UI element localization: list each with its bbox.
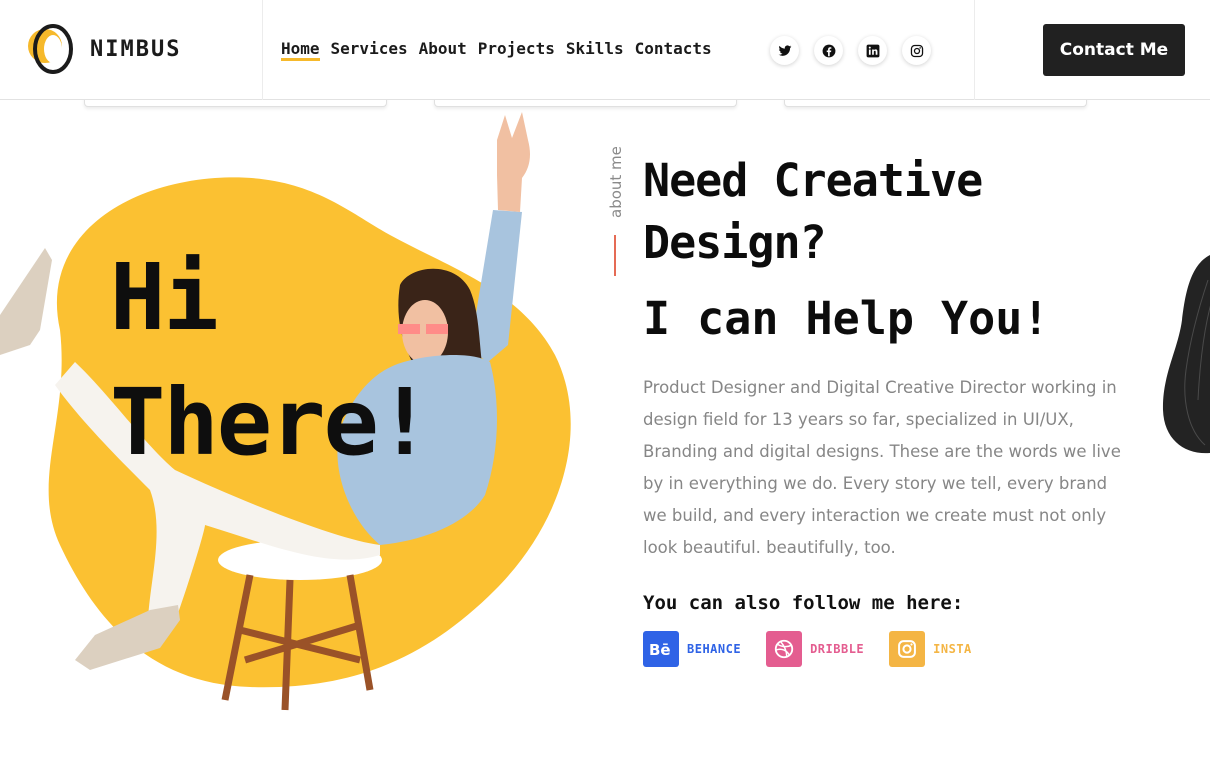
- brand-logo[interactable]: NIMBUS: [26, 24, 181, 74]
- header-divider: [974, 0, 975, 100]
- greeting-line-2: There!: [110, 369, 432, 476]
- greeting-line-1: Hi: [110, 244, 219, 351]
- decorative-dark-blob: [1162, 255, 1210, 454]
- site-header: NIMBUS Home Services About Projects Skil…: [0, 0, 1210, 100]
- nav-contacts[interactable]: Contacts: [635, 39, 712, 61]
- left-sneaker: [0, 248, 52, 355]
- about-accent-line: [614, 235, 616, 276]
- dribbble-label: DRIBBLE: [810, 642, 865, 656]
- facebook-link[interactable]: [814, 36, 843, 65]
- nav-home[interactable]: Home: [281, 39, 320, 61]
- brand-name: NIMBUS: [90, 36, 182, 62]
- bio-paragraph: Product Designer and Digital Creative Di…: [643, 378, 1121, 557]
- nav-projects[interactable]: Projects: [478, 39, 555, 61]
- instagram-icon: [889, 631, 926, 667]
- nav-skills[interactable]: Skills: [566, 39, 624, 61]
- linkedin-icon: [866, 44, 879, 57]
- behance-icon: Bē: [643, 631, 679, 667]
- main-nav: Home Services About Projects Skills Cont…: [281, 39, 723, 61]
- header-divider: [262, 0, 263, 100]
- follow-title: You can also follow me here:: [643, 592, 964, 614]
- hero-subheading: I can Help You!: [643, 292, 1050, 345]
- nav-about[interactable]: About: [419, 39, 467, 61]
- twitter-icon: [778, 44, 791, 56]
- header-socials: [770, 36, 946, 65]
- contact-me-button[interactable]: Contact Me: [1043, 24, 1185, 76]
- hand: [497, 112, 530, 212]
- linkedin-link[interactable]: [858, 36, 887, 65]
- dribbble-icon: [766, 631, 803, 667]
- hero-heading: Need Creative Design?: [643, 154, 983, 269]
- follow-links: Bē BEHANCE DRIBBLE INSTA: [643, 631, 997, 667]
- facebook-icon: [822, 44, 835, 57]
- behance-link[interactable]: Bē BEHANCE: [643, 631, 741, 667]
- nav-services[interactable]: Services: [331, 39, 408, 61]
- instagram-icon: [910, 44, 923, 57]
- insta-link[interactable]: INSTA: [889, 631, 972, 667]
- insta-label: INSTA: [933, 642, 972, 656]
- svg-text:Bē: Bē: [649, 641, 671, 657]
- dribbble-link[interactable]: DRIBBLE: [766, 631, 864, 667]
- logo-mark-icon: [28, 24, 73, 74]
- about-me-label: about me: [607, 146, 625, 218]
- twitter-link[interactable]: [770, 36, 799, 65]
- behance-label: BEHANCE: [687, 642, 742, 656]
- instagram-link[interactable]: [902, 36, 931, 65]
